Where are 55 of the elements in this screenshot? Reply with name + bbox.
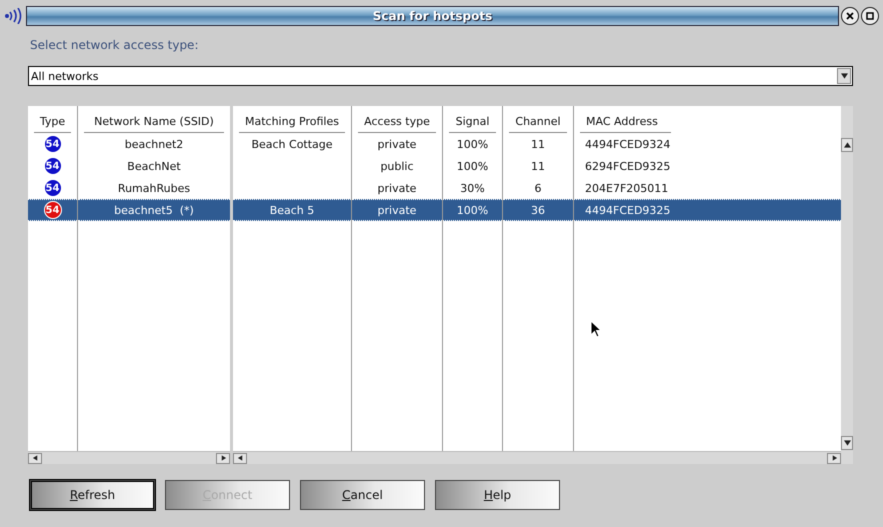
horizontal-scrollbar[interactable] — [233, 451, 841, 464]
table-cell: 100% — [443, 199, 502, 221]
table-cell-text: private — [376, 136, 418, 152]
maximize-icon — [866, 12, 874, 20]
wireless-icon — [4, 8, 24, 24]
network-type-badge: 54 — [44, 201, 62, 219]
mouse-cursor-icon — [590, 320, 602, 338]
table-cell: 36 — [503, 199, 573, 221]
table-cell-text: public — [379, 158, 415, 174]
column-header[interactable]: MAC Address — [580, 110, 671, 133]
table-cell-text: RumahRubes — [116, 180, 192, 196]
column-header[interactable]: Channel — [509, 110, 567, 133]
dialog-button[interactable]: Refresh — [30, 480, 155, 510]
column-header[interactable]: Network Name (SSID) — [84, 110, 224, 133]
close-icon — [846, 12, 854, 20]
maximize-button[interactable] — [861, 7, 879, 25]
column-header[interactable]: Access type — [358, 110, 436, 133]
arrow-down-icon — [840, 73, 848, 79]
window-title: Scan for hotspots — [26, 6, 839, 26]
access-type-dropdown[interactable]: All networks — [28, 66, 853, 86]
network-type-badge: 54 — [44, 179, 62, 197]
table-cell-text: beachnet2 — [124, 136, 184, 152]
table-cell-text: 6 — [534, 180, 542, 196]
table-cell-text: 30% — [459, 180, 486, 196]
arrow-down-icon — [844, 440, 850, 446]
column-header[interactable]: Matching Profiles — [239, 110, 345, 133]
arrow-left-icon — [236, 455, 244, 461]
table-cell-text: BeachNet — [126, 158, 182, 174]
table-cell-text: private — [376, 180, 418, 196]
arrow-left-icon — [32, 455, 38, 461]
arrow-right-icon — [830, 455, 838, 461]
table-cell-text: Beach Cottage — [250, 136, 334, 152]
column-header[interactable]: Type — [34, 110, 71, 133]
arrow-up-icon — [844, 142, 850, 148]
network-type-badge: 54 — [44, 135, 62, 153]
table-cell: private — [352, 199, 442, 221]
table-cell-text: 4494FCED9324 — [584, 136, 672, 152]
table-cell-text: 204E7F205011 — [584, 180, 670, 196]
dialog-button[interactable]: Cancel — [300, 480, 425, 510]
table-cell-text: 11 — [530, 158, 546, 174]
access-type-label: Select network access type: — [29, 38, 200, 52]
table-cell-text: 100% — [456, 158, 490, 174]
table-cell: beachnet5 (*) — [78, 199, 230, 221]
table-cell-text: 11 — [530, 136, 546, 152]
dialog-button[interactable]: Help — [435, 480, 560, 510]
close-button[interactable] — [841, 7, 859, 25]
vertical-scrollbar[interactable] — [841, 106, 853, 464]
table-cell-text: 100% — [456, 136, 490, 152]
table-cell: Beach 5 — [233, 199, 351, 221]
network-type-badge: 54 — [44, 157, 62, 175]
arrow-right-icon — [220, 455, 226, 461]
table-cell: 4494FCED9325 — [574, 199, 841, 221]
table-cell-text: 6294FCED9325 — [584, 158, 672, 174]
column-header[interactable]: Signal — [449, 110, 496, 133]
horizontal-scrollbar[interactable] — [28, 451, 230, 464]
